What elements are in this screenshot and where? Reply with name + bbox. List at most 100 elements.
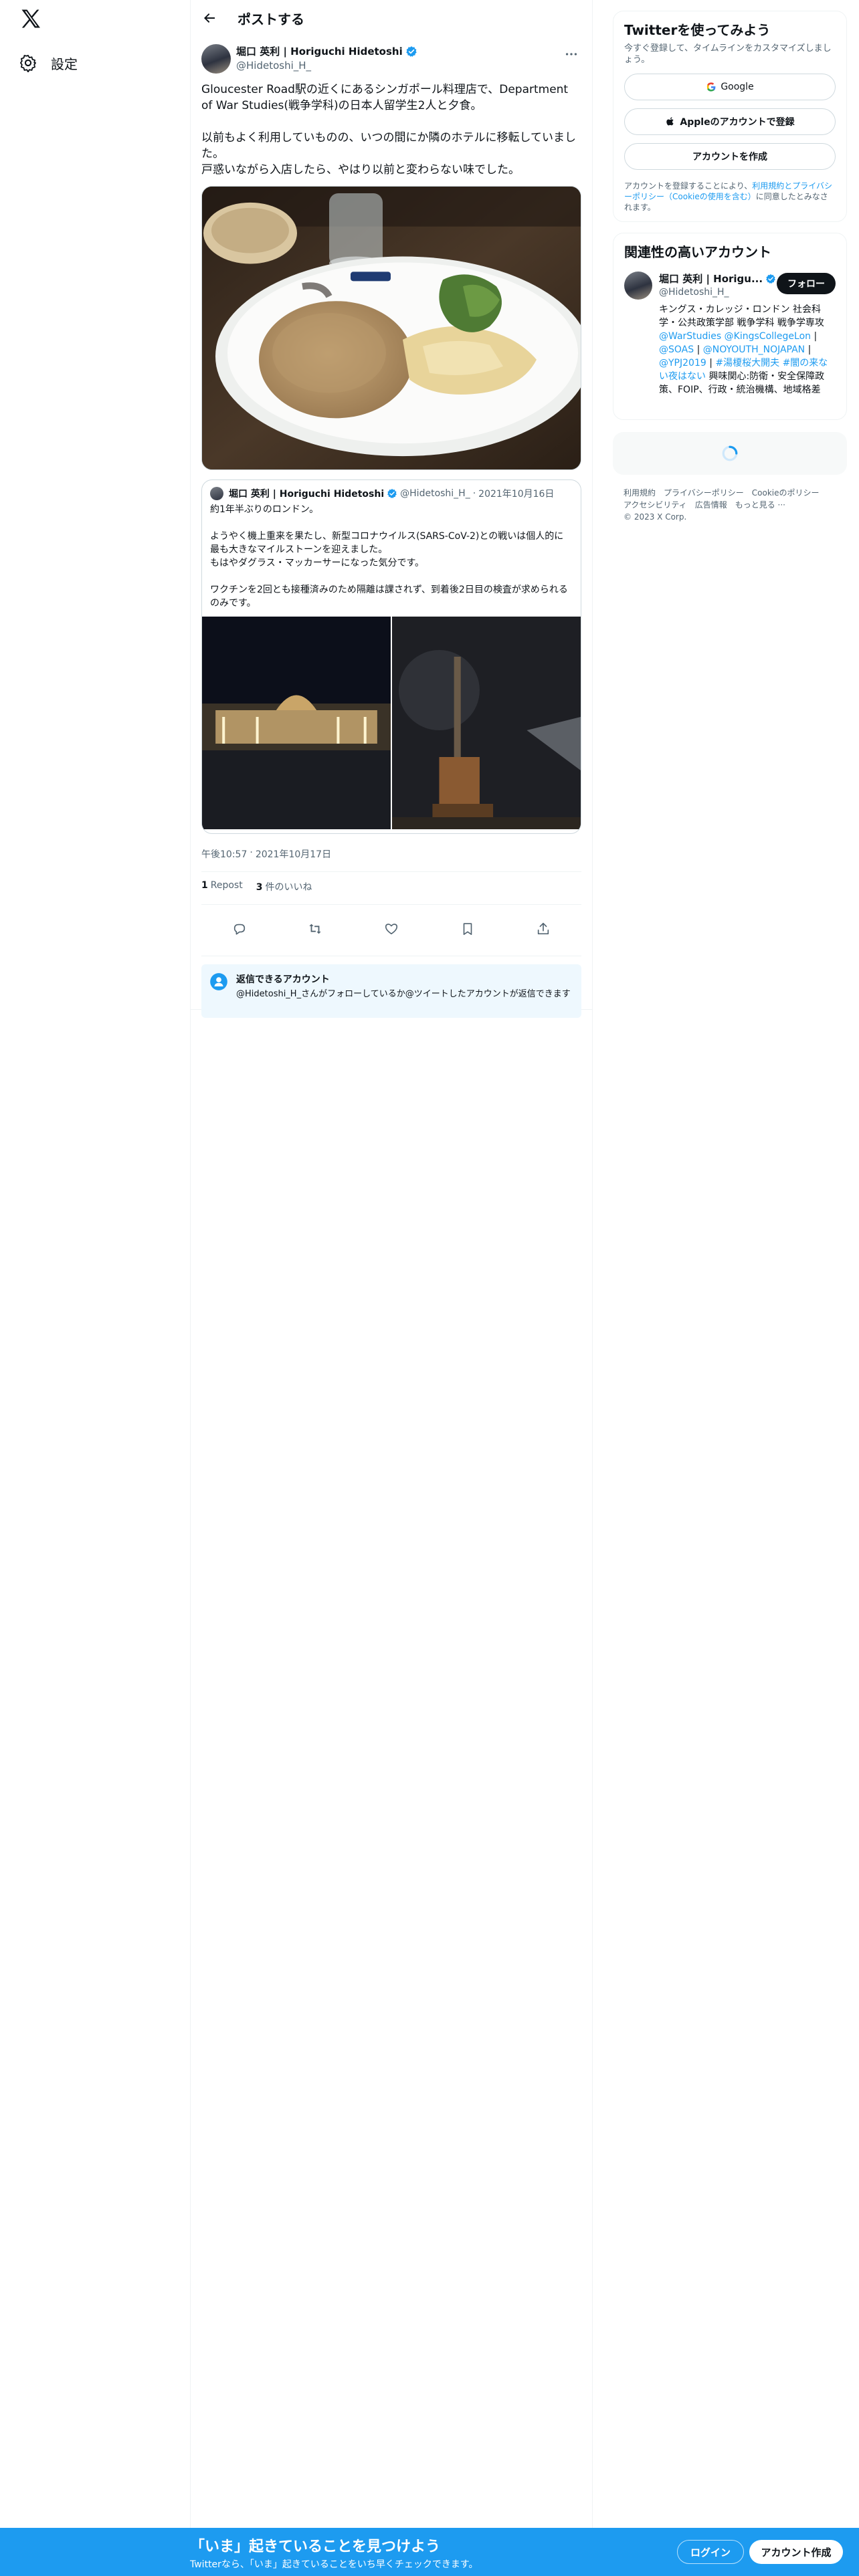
food-photo-image (202, 187, 581, 469)
post-detail: ポストする 堀口 英利 | Horiguchi Hidetoshi @Hidet… (191, 0, 592, 1018)
x-logo-icon[interactable] (19, 7, 43, 31)
bio-text: | (805, 344, 812, 355)
author-handle[interactable]: @Hidetoshi_H_ (236, 60, 417, 72)
google-icon (707, 82, 716, 92)
like-count: 3 (256, 882, 263, 893)
right-sidebar: Twitterを使ってみよう 今すぐ登録して、タイムラインをカスタマイズしましょ… (613, 0, 847, 523)
repost-icon[interactable] (308, 922, 322, 936)
apple-signup-button[interactable]: Appleのアカウントで登録 (624, 108, 836, 135)
quoted-post-text: 約1年半ぶりのロンドン。 ようやく機上重来を果たし、新型コロナウイルス(SARS… (210, 504, 568, 609)
loading-spinner-icon (722, 445, 738, 461)
post-timestamp[interactable]: 午後10:57 · 2021年10月17日 (191, 834, 592, 861)
bio-link[interactable]: @YPJ2019 (659, 358, 706, 368)
quoted-date: 2021年10月16日 (478, 489, 555, 500)
timestamp-separator: · (250, 847, 253, 858)
post-photo[interactable] (201, 186, 581, 470)
repost-count: 1 (201, 880, 208, 891)
footer-link[interactable]: 広告情報 (695, 499, 727, 511)
footer-link[interactable]: アクセシビリティ (624, 499, 687, 511)
bottom-signup-bar: 「いま」起きていることを見つけよう Twitterなら、「いま」起きていることを… (0, 2528, 859, 2576)
footer-link[interactable]: プライバシーポリシー (664, 487, 744, 499)
bio-text: キングス・カレッジ・ロンドン 社会科学・公共政策学部 戦争学科 戦争学専攻 (659, 304, 824, 328)
page-title: ポストする (237, 11, 304, 27)
bio-text: | (706, 358, 716, 368)
bookmark-icon[interactable] (460, 922, 475, 936)
verified-badge-icon (766, 274, 775, 284)
verified-badge-icon (387, 489, 397, 498)
avatar[interactable] (624, 272, 652, 300)
related-name[interactable]: 堀口 英利 | Horigu... (659, 272, 763, 286)
like-label: 件のいいね (265, 882, 312, 893)
google-signin-button[interactable]: Google (624, 74, 836, 100)
timestamp-time: 午後10:57 (201, 849, 248, 860)
signup-subtitle: 今すぐ登録して、タイムラインをカスタマイズしましょう。 (624, 43, 832, 65)
signup-card: Twitterを使ってみよう 今すぐ登録して、タイムラインをカスタマイズしましょ… (613, 11, 847, 222)
signup-button[interactable]: アカウント作成 (749, 2540, 843, 2564)
bottom-bar-subtitle: Twitterなら、「いま」起きていることをいち早くチェックできます。 (190, 2559, 478, 2570)
quoted-post[interactable]: 堀口 英利 | Horiguchi Hidetoshi @Hidetoshi_H… (201, 479, 581, 834)
like-stat[interactable]: 3 件のいいね (256, 880, 312, 893)
quoted-author-name: 堀口 英利 | Horiguchi Hidetoshi (229, 489, 385, 500)
left-nav: 設定 (0, 0, 190, 2576)
author-name[interactable]: 堀口 英利 | Horiguchi Hidetoshi (236, 44, 403, 58)
post-stats: 1 Repost 3 件のいいね (191, 872, 592, 893)
bio-text: | (811, 331, 818, 342)
related-accounts-card: 関連性の高いアカウント 堀口 英利 | Horigu... @Hidetoshi… (613, 233, 847, 420)
copyright: © 2023 X Corp. (624, 512, 687, 522)
timestamp-date: 2021年10月17日 (255, 849, 332, 860)
post-text: Gloucester Road駅の近くにあるシンガポール料理店で、Departm… (201, 83, 576, 177)
reply-notice-subtitle: @Hidetoshi_H_さんがフォローしているか@ツイートしたアカウントが返信… (236, 989, 571, 999)
more-options-icon[interactable] (564, 47, 579, 62)
user-icon (210, 973, 227, 990)
back-arrow-icon[interactable] (201, 10, 217, 26)
quoted-photo-1[interactable] (202, 617, 391, 829)
settings-nav-item[interactable]: 設定 (19, 47, 78, 79)
related-bio: キングス・カレッジ・ロンドン 社会科学・公共政策学部 戦争学科 戦争学専攻 @W… (659, 303, 833, 397)
post-author: 堀口 英利 | Horiguchi Hidetoshi @Hidetoshi_H… (191, 36, 592, 74)
verified-badge-icon (406, 45, 417, 57)
terms-prefix: アカウントを登録することにより、 (624, 181, 753, 191)
reply-icon[interactable] (232, 922, 247, 936)
google-signin-label: Google (721, 82, 754, 92)
footer-links: 利用規約 プライバシーポリシー Cookieのポリシー アクセシビリティ 広告情… (613, 487, 847, 523)
night-column-image (392, 617, 581, 829)
footer-more-link[interactable]: もっと見る ··· (735, 499, 785, 511)
avatar[interactable] (201, 44, 231, 74)
bio-link[interactable]: @NOYOUTH_NOJAPAN (703, 344, 805, 355)
quoted-media (202, 617, 581, 829)
gear-icon (19, 54, 37, 72)
quoted-separator: · (472, 488, 476, 499)
create-account-button[interactable]: アカウントを作成 (624, 143, 836, 170)
related-title: 関連性の高いアカウント (624, 244, 771, 260)
quoted-author-handle: @Hidetoshi_H_ (400, 488, 470, 499)
footer-link[interactable]: Cookieのポリシー (752, 487, 820, 499)
quoted-photo-2[interactable] (392, 617, 581, 829)
create-account-label: アカウントを作成 (692, 152, 767, 163)
quoted-avatar (210, 487, 223, 500)
login-button[interactable]: ログイン (677, 2540, 744, 2564)
main-column: ポストする 堀口 英利 | Horiguchi Hidetoshi @Hidet… (190, 0, 593, 2576)
signup-terms: アカウントを登録することにより、利用規約とプライバシーポリシー（Cookieの使… (624, 181, 836, 213)
follow-button[interactable]: フォロー (777, 273, 836, 294)
bio-link[interactable]: @SOAS (659, 344, 694, 355)
settings-label: 設定 (51, 56, 78, 72)
divider (201, 904, 581, 905)
repost-label: Repost (210, 880, 243, 891)
repost-stat[interactable]: 1 Repost (201, 880, 243, 893)
related-account[interactable]: 堀口 英利 | Horigu... @Hidetoshi_H_ キングス・カレッ… (624, 272, 836, 397)
reply-restriction-notice: 返信できるアカウント @Hidetoshi_H_さんがフォローしているか@ツイー… (201, 964, 581, 1018)
reply-notice-title: 返信できるアカウント (236, 974, 330, 985)
apple-icon (666, 117, 674, 126)
post-actions (191, 913, 592, 945)
bottom-bar-title: 「いま」起きていることを見つけよう (190, 2539, 441, 2555)
signup-title: Twitterを使ってみよう (624, 22, 771, 38)
footer-link[interactable]: 利用規約 (624, 487, 656, 499)
bio-link[interactable]: @WarStudies @KingsCollegeLon (659, 331, 811, 342)
page-header: ポストする (191, 0, 592, 36)
like-heart-icon[interactable] (384, 922, 399, 936)
loading-card (613, 432, 847, 475)
bio-text: | (694, 344, 703, 355)
apple-signup-label: Appleのアカウントで登録 (680, 117, 795, 128)
share-icon[interactable] (536, 922, 551, 936)
night-building-image (202, 617, 391, 829)
